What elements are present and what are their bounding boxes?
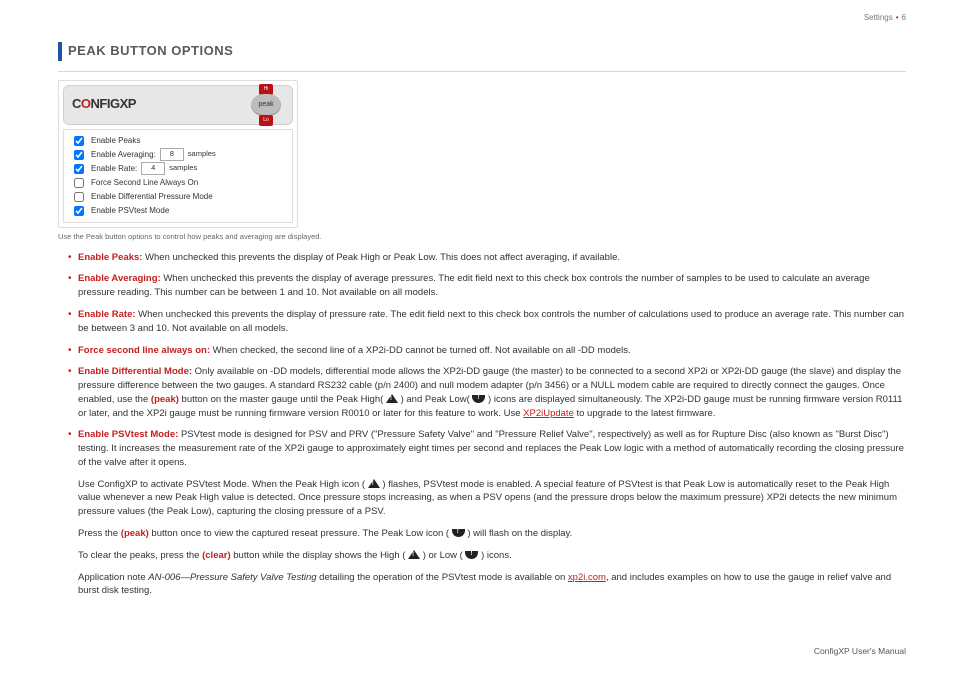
configxp-logo: CONFIGXP	[72, 95, 136, 114]
peak-high-icon	[408, 550, 420, 559]
chk-enable-psvtest[interactable]	[74, 206, 84, 216]
chk-force-second-line[interactable]	[74, 178, 84, 188]
desc-enable-rate: Enable Rate: When unchecked this prevent…	[68, 308, 906, 336]
desc-enable-differential: Enable Differential Mode: Only available…	[68, 365, 906, 420]
page-footer: ConfigXP User's Manual	[814, 645, 906, 657]
link-xp2iupdate[interactable]: XP2iUpdate	[523, 408, 574, 419]
input-averaging-samples[interactable]: 8	[160, 148, 184, 161]
option-descriptions: Enable Peaks: When unchecked this preven…	[58, 251, 906, 470]
rule	[58, 71, 906, 72]
lbl-enable-averaging: Enable Averaging:	[91, 149, 156, 161]
lbl-enable-peaks: Enable Peaks	[91, 135, 140, 147]
opt-enable-differential: Enable Differential Pressure Mode	[70, 190, 286, 204]
desc-force-second-line: Force second line always on: When checke…	[68, 344, 906, 358]
unit-avg: samples	[188, 149, 216, 160]
opt-enable-peaks: Enable Peaks	[70, 134, 286, 148]
peak-low-icon	[472, 395, 485, 403]
psv-para-5: Application note AN-006—Pressure Safety …	[58, 571, 906, 599]
page-header: Settings•6	[864, 12, 906, 24]
psv-para-2: Use ConfigXP to activate PSVtest Mode. W…	[58, 478, 906, 519]
peak-button-icon: Hi peak Lo	[248, 88, 284, 122]
unit-rate: samples	[169, 163, 197, 174]
opt-enable-averaging: Enable Averaging: 8 samples	[70, 148, 286, 162]
panel-header: CONFIGXP Hi peak Lo	[63, 85, 293, 125]
lbl-force-second-line: Force Second Line Always On	[91, 177, 198, 189]
desc-enable-averaging: Enable Averaging: When unchecked this pr…	[68, 272, 906, 300]
chk-enable-averaging[interactable]	[74, 150, 84, 160]
section-title: PEAK BUTTON OPTIONS	[58, 42, 906, 61]
psv-para-4: To clear the peaks, press the (clear) bu…	[58, 549, 906, 563]
lbl-enable-differential: Enable Differential Pressure Mode	[91, 191, 213, 203]
chk-enable-peaks[interactable]	[74, 136, 84, 146]
options-group: Enable Peaks Enable Averaging: 8 samples…	[63, 129, 293, 223]
lbl-enable-psvtest: Enable PSVtest Mode	[91, 205, 169, 217]
opt-enable-rate: Enable Rate: 4 samples	[70, 162, 286, 176]
input-rate-samples[interactable]: 4	[141, 162, 165, 175]
chk-enable-differential[interactable]	[74, 192, 84, 202]
desc-enable-peaks: Enable Peaks: When unchecked this preven…	[68, 251, 906, 265]
link-xp2i-com[interactable]: xp2i.com	[568, 572, 606, 583]
peak-low-icon	[452, 529, 465, 537]
opt-force-second-line: Force Second Line Always On	[70, 176, 286, 190]
lbl-enable-rate: Enable Rate:	[91, 163, 137, 175]
desc-enable-psvtest: Enable PSVtest Mode: PSVtest mode is des…	[68, 428, 906, 469]
peak-high-icon	[368, 479, 380, 488]
peak-high-icon	[386, 394, 398, 403]
opt-enable-psvtest: Enable PSVtest Mode	[70, 204, 286, 218]
peak-low-icon	[465, 551, 478, 559]
psv-para-3: Press the (peak) button once to view the…	[58, 527, 906, 541]
panel-caption: Use the Peak button options to control h…	[58, 232, 906, 243]
config-panel: CONFIGXP Hi peak Lo Enable Peaks Enable …	[58, 80, 298, 228]
chk-enable-rate[interactable]	[74, 164, 84, 174]
